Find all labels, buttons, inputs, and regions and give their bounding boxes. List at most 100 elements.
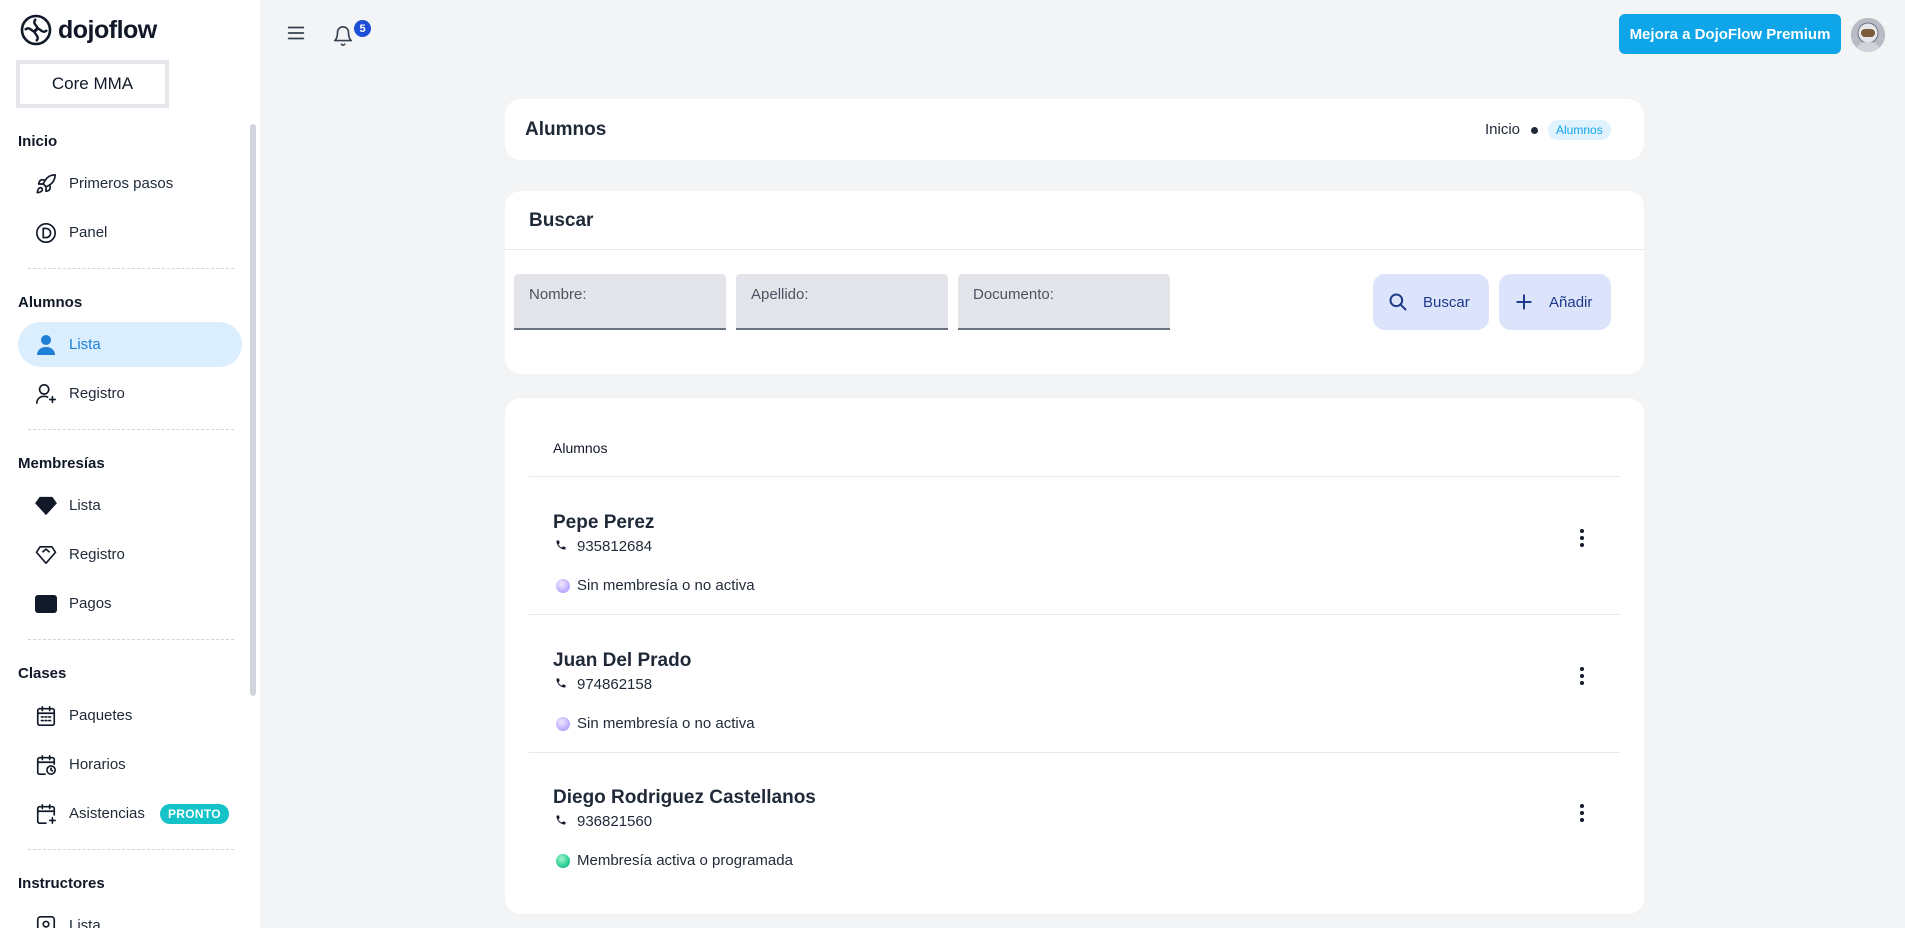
more-options-button[interactable] (1570, 801, 1594, 825)
calendar-plus-icon (34, 802, 58, 826)
sidebar-item-label: Lista (69, 336, 101, 353)
notifications-button[interactable] (332, 25, 354, 52)
page-title: Alumnos (525, 119, 607, 140)
status-indicator (556, 579, 570, 593)
badge-user-icon (34, 914, 58, 928)
membership-status: Membresía activa o programada (577, 852, 793, 869)
phone-icon (556, 678, 566, 688)
nombre-input[interactable] (514, 274, 726, 328)
diamond-filled-icon (34, 494, 58, 518)
add-button-label: Añadir (1549, 293, 1593, 311)
apellido-field-wrapper (736, 274, 948, 330)
sidebar-scrollbar[interactable] (250, 124, 256, 696)
sidebar-item-membresias-registro[interactable]: Registro (18, 532, 242, 577)
sidebar-item-label: Asistencias (69, 805, 145, 822)
brand-name: dojoflow (58, 15, 157, 44)
calendar-clock-icon (34, 753, 58, 777)
page-header-card: Alumnos Inicio Alumnos (505, 99, 1644, 160)
divider (505, 249, 1644, 250)
astronaut-avatar-icon (1851, 18, 1885, 52)
student-phone: 935812684 (577, 538, 653, 555)
sidebar-divider (28, 429, 234, 430)
more-options-button[interactable] (1570, 664, 1594, 688)
student-phone: 974862158 (577, 676, 653, 693)
section-title-alumnos: Alumnos (18, 294, 83, 311)
bell-icon (333, 26, 353, 46)
sidebar-divider (28, 268, 234, 269)
user-icon (34, 333, 58, 357)
divider (529, 614, 1620, 615)
sidebar-item-horarios[interactable]: Horarios (18, 742, 242, 787)
dashboard-d-icon (34, 221, 58, 245)
student-name[interactable]: Pepe Perez (553, 512, 654, 534)
wallet-icon (34, 592, 58, 616)
sidebar-item-asistencias[interactable]: Asistencias PRONTO (18, 791, 242, 836)
calendar-grid-icon (34, 704, 58, 728)
breadcrumb-home[interactable]: Inicio (1485, 121, 1520, 138)
sidebar-item-label: Lista (69, 917, 101, 928)
membership-status: Sin membresía o no activa (577, 715, 755, 732)
sidebar-divider (28, 639, 234, 640)
status-indicator (556, 854, 570, 868)
upgrade-premium-button[interactable]: Mejora a DojoFlow Premium (1619, 14, 1841, 54)
sidebar-item-label: Registro (69, 385, 125, 402)
phone-icon (556, 815, 566, 825)
student-name[interactable]: Diego Rodriguez Castellanos (553, 787, 816, 809)
notification-count-badge: 5 (354, 20, 371, 37)
documento-field-wrapper (958, 274, 1170, 330)
membership-status: Sin membresía o no activa (577, 577, 755, 594)
search-card: Buscar Buscar Añadir (505, 191, 1644, 374)
sidebar-item-label: Panel (69, 224, 108, 241)
sidebar-item-label: Lista (69, 497, 101, 514)
search-button-label: Buscar (1423, 293, 1470, 311)
coming-soon-badge: PRONTO (160, 804, 229, 824)
search-title: Buscar (529, 210, 594, 231)
add-student-button[interactable]: Añadir (1499, 274, 1611, 330)
sidebar-item-paquetes[interactable]: Paquetes (18, 693, 242, 738)
sidebar-item-primeros-pasos[interactable]: Primeros pasos (18, 161, 242, 206)
organization-selector[interactable]: Core MMA (16, 60, 169, 108)
students-list-card: Alumnos Pepe Perez 935812684 Sin membres… (505, 398, 1644, 914)
section-title-inicio: Inicio (18, 133, 58, 150)
more-options-button[interactable] (1570, 526, 1594, 550)
section-title-membresias: Membresías (18, 455, 105, 472)
sidebar: dojoflow Core MMA Inicio Primeros pasos … (0, 0, 260, 928)
user-plus-icon (34, 382, 58, 406)
breadcrumb-separator (1531, 127, 1538, 134)
list-item[interactable]: Diego Rodriguez Castellanos 936821560 Me… (553, 787, 1613, 907)
sidebar-item-alumnos-registro[interactable]: Registro (18, 371, 242, 416)
sidebar-item-label: Registro (69, 546, 125, 563)
section-title-clases: Clases (18, 665, 67, 682)
sidebar-item-label: Primeros pasos (69, 175, 174, 192)
dojoflow-logo-icon (20, 14, 52, 46)
search-button[interactable]: Buscar (1373, 274, 1489, 330)
sidebar-item-membresias-lista[interactable]: Lista (18, 483, 242, 528)
phone-icon (556, 540, 566, 550)
documento-input[interactable] (958, 274, 1170, 328)
nombre-field-wrapper (514, 274, 726, 330)
plus-icon (1513, 291, 1535, 313)
sidebar-item-label: Horarios (69, 756, 126, 773)
sidebar-item-alumnos-lista[interactable]: Lista (18, 322, 242, 367)
sidebar-item-panel[interactable]: Panel (18, 210, 242, 255)
diamond-outline-icon (34, 543, 58, 567)
student-phone: 936821560 (577, 813, 653, 830)
divider (529, 752, 1620, 753)
sidebar-item-pagos[interactable]: Pagos (18, 581, 242, 626)
rocket-icon (34, 172, 58, 196)
list-heading: Alumnos (553, 440, 608, 456)
sidebar-item-label: Paquetes (69, 707, 133, 724)
user-avatar[interactable] (1851, 18, 1885, 52)
divider (529, 476, 1620, 477)
breadcrumb-current: Alumnos (1548, 120, 1611, 140)
search-icon (1387, 291, 1409, 313)
hamburger-icon (287, 26, 305, 40)
brand-logo[interactable]: dojoflow (20, 14, 157, 46)
menu-toggle-button[interactable] (285, 22, 307, 49)
apellido-input[interactable] (736, 274, 948, 328)
student-name[interactable]: Juan Del Prado (553, 650, 691, 672)
sidebar-item-label: Pagos (69, 595, 112, 612)
sidebar-divider (28, 849, 234, 850)
section-title-instructores: Instructores (18, 875, 105, 892)
sidebar-item-instructores-lista[interactable]: Lista (18, 903, 242, 928)
